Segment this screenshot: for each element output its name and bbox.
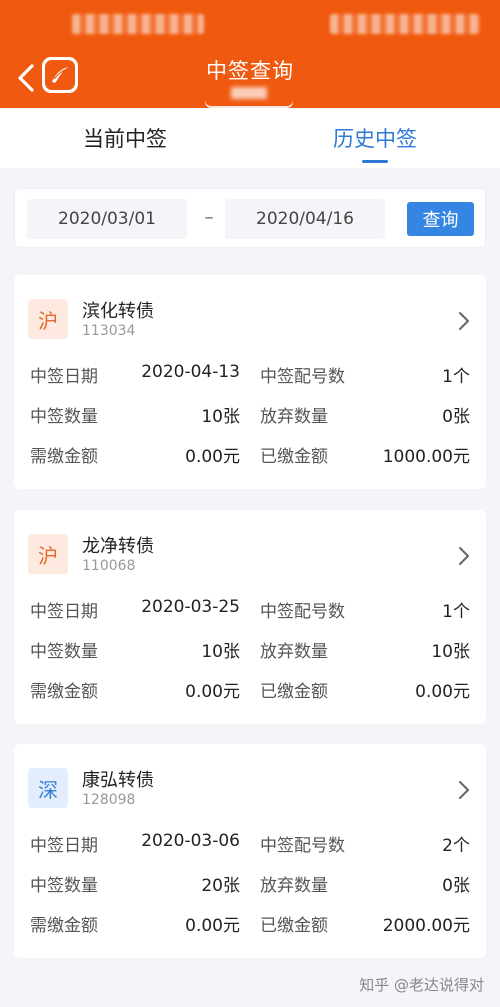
field-label: 中签配号数 <box>260 602 345 622</box>
bond-name: 滨化转债 <box>82 301 154 322</box>
record-row: 中签日期 2020-03-06 中签配号数 2个 <box>14 827 486 857</box>
field-value: 0.00元 <box>185 447 240 467</box>
bond-name: 康弘转债 <box>82 770 154 791</box>
field-label: 中签日期 <box>30 367 98 387</box>
field-label: 放弃数量 <box>260 407 328 427</box>
field-value: 2000.00元 <box>382 916 470 936</box>
field-label: 中签数量 <box>30 642 98 662</box>
chevron-right-icon <box>459 312 469 330</box>
field-label: 中签配号数 <box>260 367 345 387</box>
field-value: 2020-03-25 <box>141 597 240 617</box>
field-value: 10张 <box>201 642 240 662</box>
field-label: 中签数量 <box>30 876 98 896</box>
field-label: 已缴金额 <box>260 682 328 702</box>
field-label: 已缴金额 <box>260 447 328 467</box>
record-row: 中签日期 2020-03-25 中签配号数 1个 <box>14 593 486 623</box>
tab-history-winning[interactable]: 历史中签 <box>250 108 500 168</box>
status-bar-left-blurred <box>72 14 204 34</box>
bond-code: 110068 <box>82 558 136 574</box>
bond-code: 128098 <box>82 792 136 808</box>
bond-code: 113034 <box>82 323 136 339</box>
tab-bar: 当前中签 历史中签 <box>0 108 500 168</box>
market-badge: 沪 <box>28 534 68 574</box>
record-row: 中签数量 10张 放弃数量 10张 <box>14 633 486 663</box>
field-label: 中签日期 <box>30 602 98 622</box>
record-header[interactable]: 深 康弘转债 128098 <box>14 744 486 812</box>
winning-record-card: 深 康弘转债 128098 中签日期 2020-03-06 中签配号数 2个 中… <box>14 744 486 958</box>
winning-record-card: 沪 龙净转债 110068 中签日期 2020-03-25 中签配号数 1个 中… <box>14 510 486 724</box>
title-account-selector[interactable] <box>205 84 293 108</box>
field-value: 20张 <box>201 876 240 896</box>
record-row: 中签日期 2020-04-13 中签配号数 1个 <box>14 358 486 388</box>
field-value: 2个 <box>442 836 470 856</box>
account-blurred <box>231 87 267 99</box>
page-title: 中签查询 <box>206 59 294 83</box>
field-value: 2020-03-06 <box>141 831 240 851</box>
record-row: 需缴金额 0.00元 已缴金额 2000.00元 <box>14 907 486 937</box>
record-row: 需缴金额 0.00元 已缴金额 1000.00元 <box>14 438 486 468</box>
field-value: 0.00元 <box>185 916 240 936</box>
field-value: 1个 <box>442 367 470 387</box>
field-label: 放弃数量 <box>260 876 328 896</box>
field-value: 2020-04-13 <box>141 362 240 382</box>
field-label: 中签日期 <box>30 836 98 856</box>
field-label: 中签配号数 <box>260 836 345 856</box>
status-bar-right-blurred <box>330 14 480 34</box>
field-value: 1000.00元 <box>382 447 470 467</box>
field-label: 已缴金额 <box>260 916 328 936</box>
chevron-right-icon <box>459 781 469 799</box>
record-row: 中签数量 20张 放弃数量 0张 <box>14 867 486 897</box>
record-header[interactable]: 沪 滨化转债 113034 <box>14 275 486 343</box>
field-value: 0张 <box>442 876 470 896</box>
field-label: 需缴金额 <box>30 447 98 467</box>
field-label: 需缴金额 <box>30 916 98 936</box>
bond-name: 龙净转债 <box>82 536 154 557</box>
field-value: 0.00元 <box>415 682 470 702</box>
field-label: 需缴金额 <box>30 682 98 702</box>
app-header: 中签查询 <box>0 0 500 108</box>
record-header[interactable]: 沪 龙净转债 110068 <box>14 510 486 578</box>
field-value: 1个 <box>442 602 470 622</box>
field-value: 10张 <box>431 642 470 662</box>
chevron-right-icon <box>459 547 469 565</box>
market-badge: 沪 <box>28 299 68 339</box>
date-separator: – <box>204 207 214 228</box>
date-range-panel: – 查询 <box>14 188 486 248</box>
record-row: 中签数量 10张 放弃数量 0张 <box>14 398 486 428</box>
winning-record-card: 沪 滨化转债 113034 中签日期 2020-04-13 中签配号数 1个 中… <box>14 275 486 489</box>
tab-current-winning[interactable]: 当前中签 <box>0 108 250 168</box>
field-value: 10张 <box>201 407 240 427</box>
end-date-input[interactable] <box>225 199 385 239</box>
watermark: 知乎 @老达说得对 <box>359 976 484 994</box>
record-row: 需缴金额 0.00元 已缴金额 0.00元 <box>14 673 486 703</box>
field-label: 中签数量 <box>30 407 98 427</box>
field-value: 0.00元 <box>185 682 240 702</box>
market-badge: 深 <box>28 768 68 808</box>
field-label: 放弃数量 <box>260 642 328 662</box>
field-value: 0张 <box>442 407 470 427</box>
start-date-input[interactable] <box>27 199 187 239</box>
query-button[interactable]: 查询 <box>407 202 474 236</box>
